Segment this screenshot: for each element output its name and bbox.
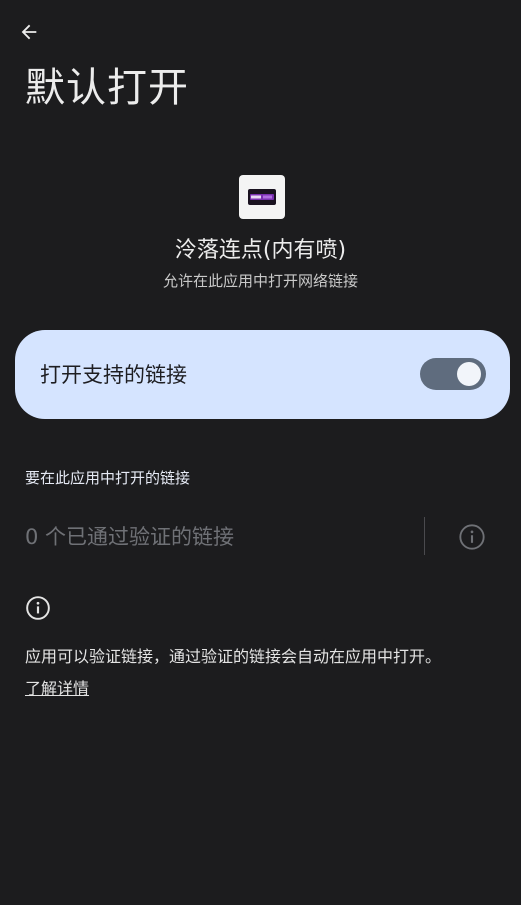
verified-links-row: 0 个已通过验证的链接	[0, 510, 521, 564]
info-icon	[26, 596, 50, 620]
app-icon	[239, 175, 285, 219]
open-supported-links-card[interactable]: 打开支持的链接	[15, 330, 510, 419]
verification-explanation: 应用可以验证链接，通过验证的链接会自动在应用中打开。	[25, 647, 442, 666]
verified-links-count: 0 个已通过验证的链接	[25, 525, 235, 549]
learn-more-link[interactable]: 了解详情	[25, 678, 89, 700]
info-icon	[459, 524, 485, 550]
open-supported-links-switch[interactable]	[420, 358, 486, 390]
app-name: 泠落连点(内有喷)	[174, 238, 347, 263]
verified-links-info-button[interactable]	[458, 523, 486, 551]
row-divider	[424, 517, 425, 555]
app-description: 允许在此应用中打开网络链接	[162, 272, 358, 290]
switch-thumb	[457, 362, 481, 386]
page-title: 默认打开	[25, 65, 189, 111]
open-supported-links-label: 打开支持的链接	[40, 363, 187, 387]
links-section-header: 要在此应用中打开的链接	[25, 469, 191, 487]
app-logo-image	[248, 189, 276, 205]
back-button[interactable]	[14, 18, 44, 46]
arrow-back-icon	[21, 24, 37, 40]
